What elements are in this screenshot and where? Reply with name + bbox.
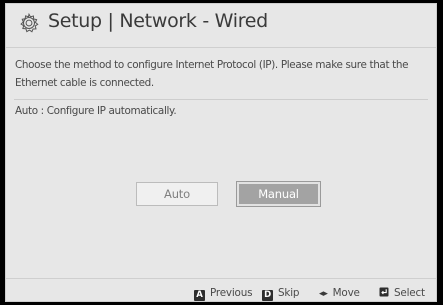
page-title: Setup | Network - Wired: [48, 10, 268, 32]
gear-icon: [20, 12, 39, 33]
a-key-icon: A: [194, 290, 205, 301]
option-description: Auto : Configure IP automatically.: [15, 105, 177, 117]
instruction-text: Choose the method to configure Internet …: [15, 59, 409, 89]
hint-previous-label: Previous: [210, 287, 253, 299]
move-arrows-icon: ◂▸: [319, 289, 328, 299]
divider: [14, 99, 428, 100]
header: Setup | Network - Wired: [6, 4, 436, 48]
hint-skip-label: Skip: [278, 287, 300, 299]
auto-button[interactable]: Auto: [136, 182, 218, 206]
enter-icon: [379, 287, 389, 297]
hint-previous[interactable]: A Previous: [194, 287, 253, 301]
hint-skip[interactable]: D Skip: [262, 287, 299, 301]
setup-screen: Setup | Network - Wired Choose the metho…: [5, 3, 437, 302]
hint-select-label: Select: [394, 287, 425, 299]
hint-move-label: Move: [332, 287, 360, 299]
footer-hints: A Previous D Skip ◂▸ Move Select: [6, 278, 436, 301]
manual-button[interactable]: Manual: [236, 181, 321, 207]
hint-move[interactable]: ◂▸ Move: [319, 287, 360, 299]
hint-select[interactable]: Select: [379, 287, 425, 299]
d-key-icon: D: [262, 290, 273, 301]
